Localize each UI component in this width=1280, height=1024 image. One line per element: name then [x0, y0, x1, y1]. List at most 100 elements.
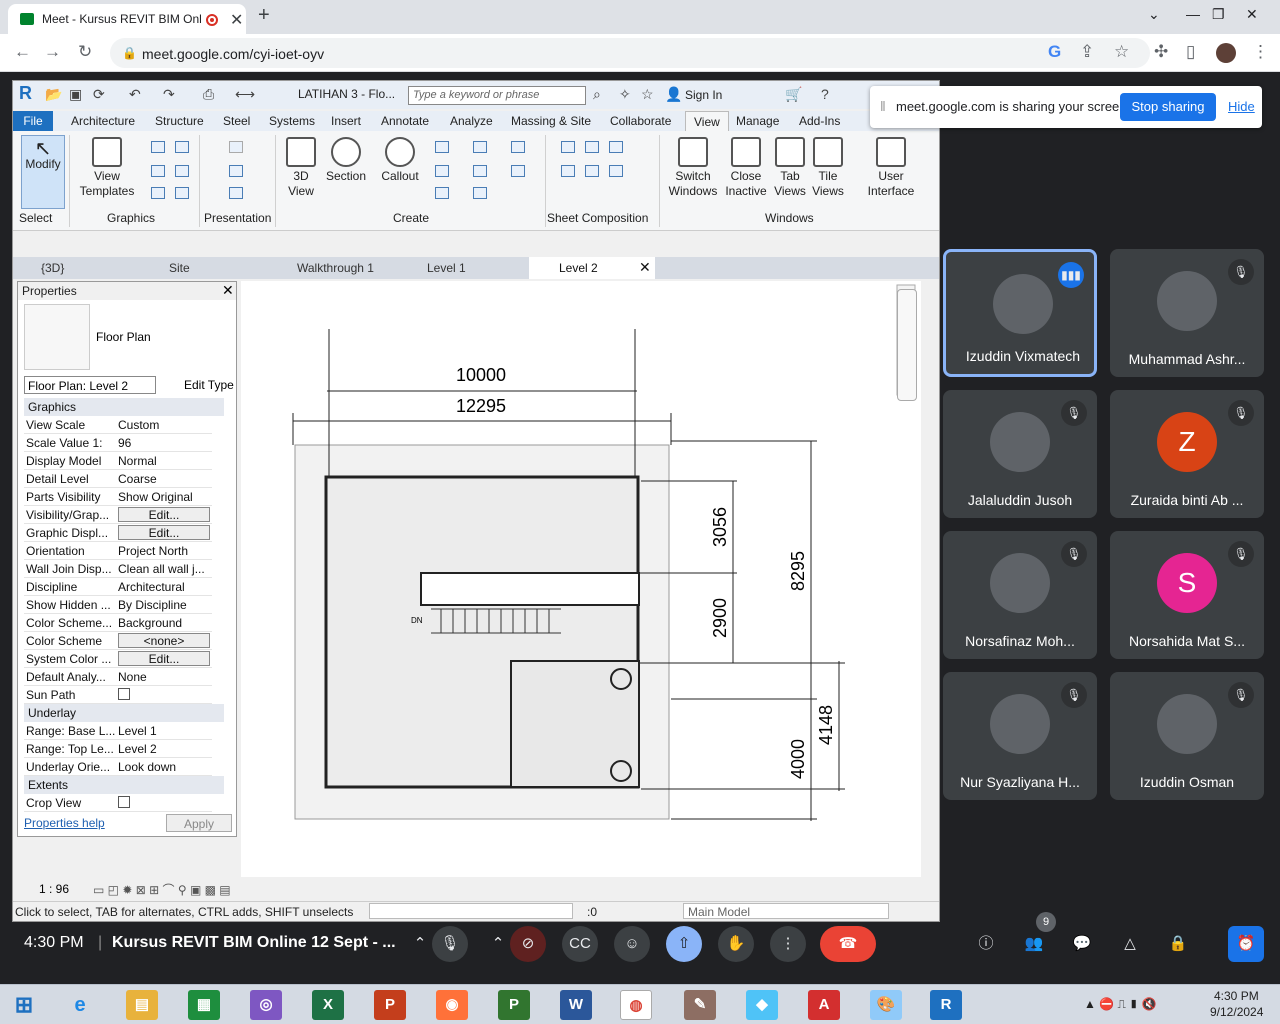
- paint-icon[interactable]: 🎨: [870, 990, 902, 1020]
- scale-label[interactable]: 1 : 96: [39, 882, 69, 896]
- property-value[interactable]: Level 2: [118, 742, 210, 756]
- revisions-icon[interactable]: [609, 141, 623, 153]
- participant-tile[interactable]: 🎙 Izuddin Osman: [1110, 672, 1264, 800]
- side-panel-icon[interactable]: ▯: [1186, 42, 1195, 62]
- powerpoint-icon[interactable]: P: [374, 990, 406, 1020]
- ie-icon[interactable]: e: [64, 990, 96, 1020]
- revit-logo-icon[interactable]: R: [19, 83, 32, 104]
- thin-lines-icon[interactable]: [151, 165, 165, 177]
- tab-annotate[interactable]: Annotate: [381, 114, 429, 128]
- host-controls-icon[interactable]: 🔒: [1160, 926, 1196, 962]
- crop-view-checkbox[interactable]: [118, 796, 130, 808]
- view-reference-icon[interactable]: [609, 165, 623, 177]
- switch-windows-button[interactable]: Switch Windows: [667, 137, 719, 199]
- acrobat-icon[interactable]: A: [808, 990, 840, 1020]
- property-edit-button[interactable]: <none>: [118, 633, 210, 648]
- property-value[interactable]: Look down: [118, 760, 210, 774]
- elevation-icon[interactable]: [435, 165, 449, 177]
- hide-banner-link[interactable]: Hide: [1228, 99, 1255, 114]
- tab-insert[interactable]: Insert: [331, 114, 361, 128]
- extensions-icon[interactable]: ✣: [1154, 42, 1168, 62]
- underlay-section[interactable]: Underlay: [24, 704, 224, 722]
- start-button-icon[interactable]: ⊞: [8, 990, 40, 1020]
- measure-icon[interactable]: ⟷: [235, 86, 255, 103]
- redo-icon[interactable]: ↷: [163, 86, 175, 103]
- revit-taskbar-icon[interactable]: R: [930, 990, 962, 1020]
- type-label[interactable]: Floor Plan: [96, 330, 151, 344]
- view-tab-level-2[interactable]: Level 2 ✕: [529, 257, 655, 279]
- sync-icon[interactable]: ⟳: [93, 86, 105, 103]
- duplicate-icon[interactable]: [473, 165, 487, 177]
- info-icon[interactable]: ⓘ: [968, 926, 1004, 962]
- titleblock-icon[interactable]: [585, 141, 599, 153]
- user-icon[interactable]: 👤: [665, 86, 682, 103]
- menu-icon[interactable]: ⋮: [1252, 42, 1269, 62]
- edit-type-button[interactable]: Edit Type: [162, 376, 236, 394]
- filter-count[interactable]: :0: [587, 905, 597, 919]
- present-screen-icon[interactable]: ⇧: [666, 926, 702, 962]
- participant-tile[interactable]: 🎙 Muhammad Ashr...: [1110, 249, 1264, 377]
- tab-architecture[interactable]: Architecture: [71, 114, 135, 128]
- mic-muted-icon[interactable]: 🎙: [432, 926, 468, 962]
- drawing-canvas[interactable]: 10000 12295 3056 2900 8295 4148 4000 DN: [241, 281, 921, 877]
- chrome-icon[interactable]: ◍: [620, 990, 652, 1020]
- print-icon[interactable]: ⎙: [203, 86, 214, 103]
- stop-sharing-button[interactable]: Stop sharing: [1120, 93, 1216, 121]
- vertical-scrollbar[interactable]: [921, 281, 937, 877]
- render-cloud-icon[interactable]: [229, 165, 243, 177]
- tile-views-button[interactable]: Tile Views: [811, 137, 845, 199]
- app-icon[interactable]: ◎: [250, 990, 282, 1020]
- scope-box-icon[interactable]: [511, 165, 525, 177]
- cut-profile-icon[interactable]: [175, 187, 189, 199]
- schedules-icon[interactable]: [511, 141, 525, 153]
- url-field[interactable]: 🔒 meet.google.com/cyi-ioet-oyv: [110, 38, 1150, 68]
- keyword-search-input[interactable]: Type a keyword or phrase: [408, 86, 586, 105]
- notepad-icon[interactable]: ✎: [684, 990, 716, 1020]
- drafting-icon[interactable]: [435, 187, 449, 199]
- filters-icon[interactable]: [175, 141, 189, 153]
- help-icon[interactable]: ?: [821, 86, 829, 102]
- tab-file[interactable]: File: [13, 111, 53, 131]
- raise-hand-icon[interactable]: ✋: [718, 926, 754, 962]
- activities-icon[interactable]: △: [1112, 926, 1148, 962]
- guide-grid-icon[interactable]: [561, 165, 575, 177]
- tab-structure[interactable]: Structure: [155, 114, 204, 128]
- tab-analyze[interactable]: Analyze: [450, 114, 493, 128]
- apply-button[interactable]: Apply: [166, 814, 232, 832]
- firefox-icon[interactable]: ◉: [436, 990, 468, 1020]
- property-value[interactable]: Project North: [118, 544, 210, 558]
- design-option-dropdown[interactable]: Main Model: [683, 903, 889, 919]
- more-options-icon[interactable]: ⋮: [770, 926, 806, 962]
- property-value[interactable]: 96: [118, 436, 210, 450]
- legends-icon[interactable]: [473, 187, 487, 199]
- 3d-view-button[interactable]: 3D View: [283, 137, 319, 199]
- favorites-star-icon[interactable]: ☆: [641, 86, 654, 103]
- participant-tile[interactable]: 🎙 Jalaluddin Jusoh: [943, 390, 1097, 518]
- view-tab-site[interactable]: Site: [169, 261, 190, 275]
- sign-in-link[interactable]: Sign In: [685, 88, 722, 102]
- project-icon[interactable]: P: [498, 990, 530, 1020]
- cart-icon[interactable]: 🛒: [785, 86, 802, 103]
- property-value[interactable]: Show Original: [118, 490, 210, 504]
- remove-hidden-icon[interactable]: [151, 187, 165, 199]
- browser-tab[interactable]: Meet - Kursus REVIT BIM Online 12 Sept ✕: [8, 4, 246, 34]
- property-value[interactable]: Coarse: [118, 472, 210, 486]
- property-edit-button[interactable]: Edit...: [118, 525, 210, 540]
- property-edit-button[interactable]: Edit...: [118, 507, 210, 522]
- participant-tile[interactable]: 🎙 Nur Syazliyana H...: [943, 672, 1097, 800]
- undo-icon[interactable]: ↶: [129, 86, 141, 103]
- plan-views-icon[interactable]: [435, 141, 449, 153]
- close-inactive-button[interactable]: Close Inactive: [723, 137, 769, 199]
- property-value[interactable]: Custom: [118, 418, 210, 432]
- sheet-new-icon[interactable]: [561, 141, 575, 153]
- graphics-section[interactable]: Graphics: [24, 398, 224, 416]
- chat-icon[interactable]: 💬: [1064, 926, 1100, 962]
- emoji-icon[interactable]: ☺: [614, 926, 650, 962]
- file-explorer-icon[interactable]: ▤: [126, 990, 158, 1020]
- view-templates-button[interactable]: View Templates: [77, 137, 137, 199]
- sun-path-checkbox[interactable]: [118, 688, 130, 700]
- property-value[interactable]: Clean all wall j...: [118, 562, 210, 576]
- chevron-down-icon[interactable]: ⌄: [1148, 6, 1160, 23]
- extents-section[interactable]: Extents: [24, 776, 224, 794]
- drag-handle-icon[interactable]: ‖: [880, 98, 886, 114]
